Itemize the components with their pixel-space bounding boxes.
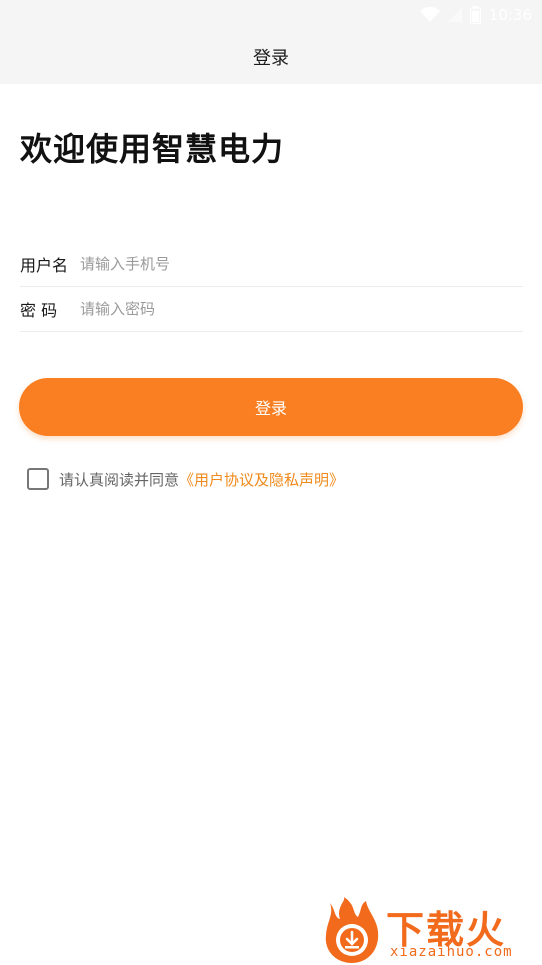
agreement-checkbox[interactable] bbox=[27, 468, 49, 490]
status-time: 10:36 bbox=[488, 6, 532, 24]
agreement-row: 请认真阅读并同意 《用户协议及隐私声明》 bbox=[27, 467, 344, 491]
status-bar: 10:36 bbox=[419, 0, 542, 30]
agreement-text: 请认真阅读并同意 bbox=[59, 470, 180, 489]
flame-download-icon bbox=[322, 897, 384, 963]
username-input[interactable] bbox=[80, 254, 523, 273]
password-row: 密 码 bbox=[20, 286, 523, 332]
watermark: 下载火 xiazaihuo.com bbox=[322, 897, 537, 963]
password-label: 密 码 bbox=[20, 300, 58, 320]
welcome-heading: 欢迎使用智慧电力 bbox=[20, 130, 285, 168]
login-screen: 10:36 登录 欢迎使用智慧电力 用户名 密 码 登录 请认真阅读并同意 《用… bbox=[0, 0, 542, 965]
top-bar: 10:36 登录 bbox=[0, 0, 542, 84]
password-input[interactable] bbox=[80, 299, 523, 318]
login-button[interactable]: 登录 bbox=[19, 378, 523, 436]
agreement-link[interactable]: 《用户协议及隐私声明》 bbox=[179, 469, 344, 490]
username-row: 用户名 bbox=[20, 241, 523, 287]
battery-icon bbox=[469, 6, 481, 24]
watermark-domain: xiazaihuo.com bbox=[390, 944, 513, 960]
username-label: 用户名 bbox=[20, 255, 69, 275]
signal-icon bbox=[447, 7, 462, 23]
wifi-icon bbox=[419, 7, 440, 23]
page-title: 登录 bbox=[253, 48, 289, 69]
